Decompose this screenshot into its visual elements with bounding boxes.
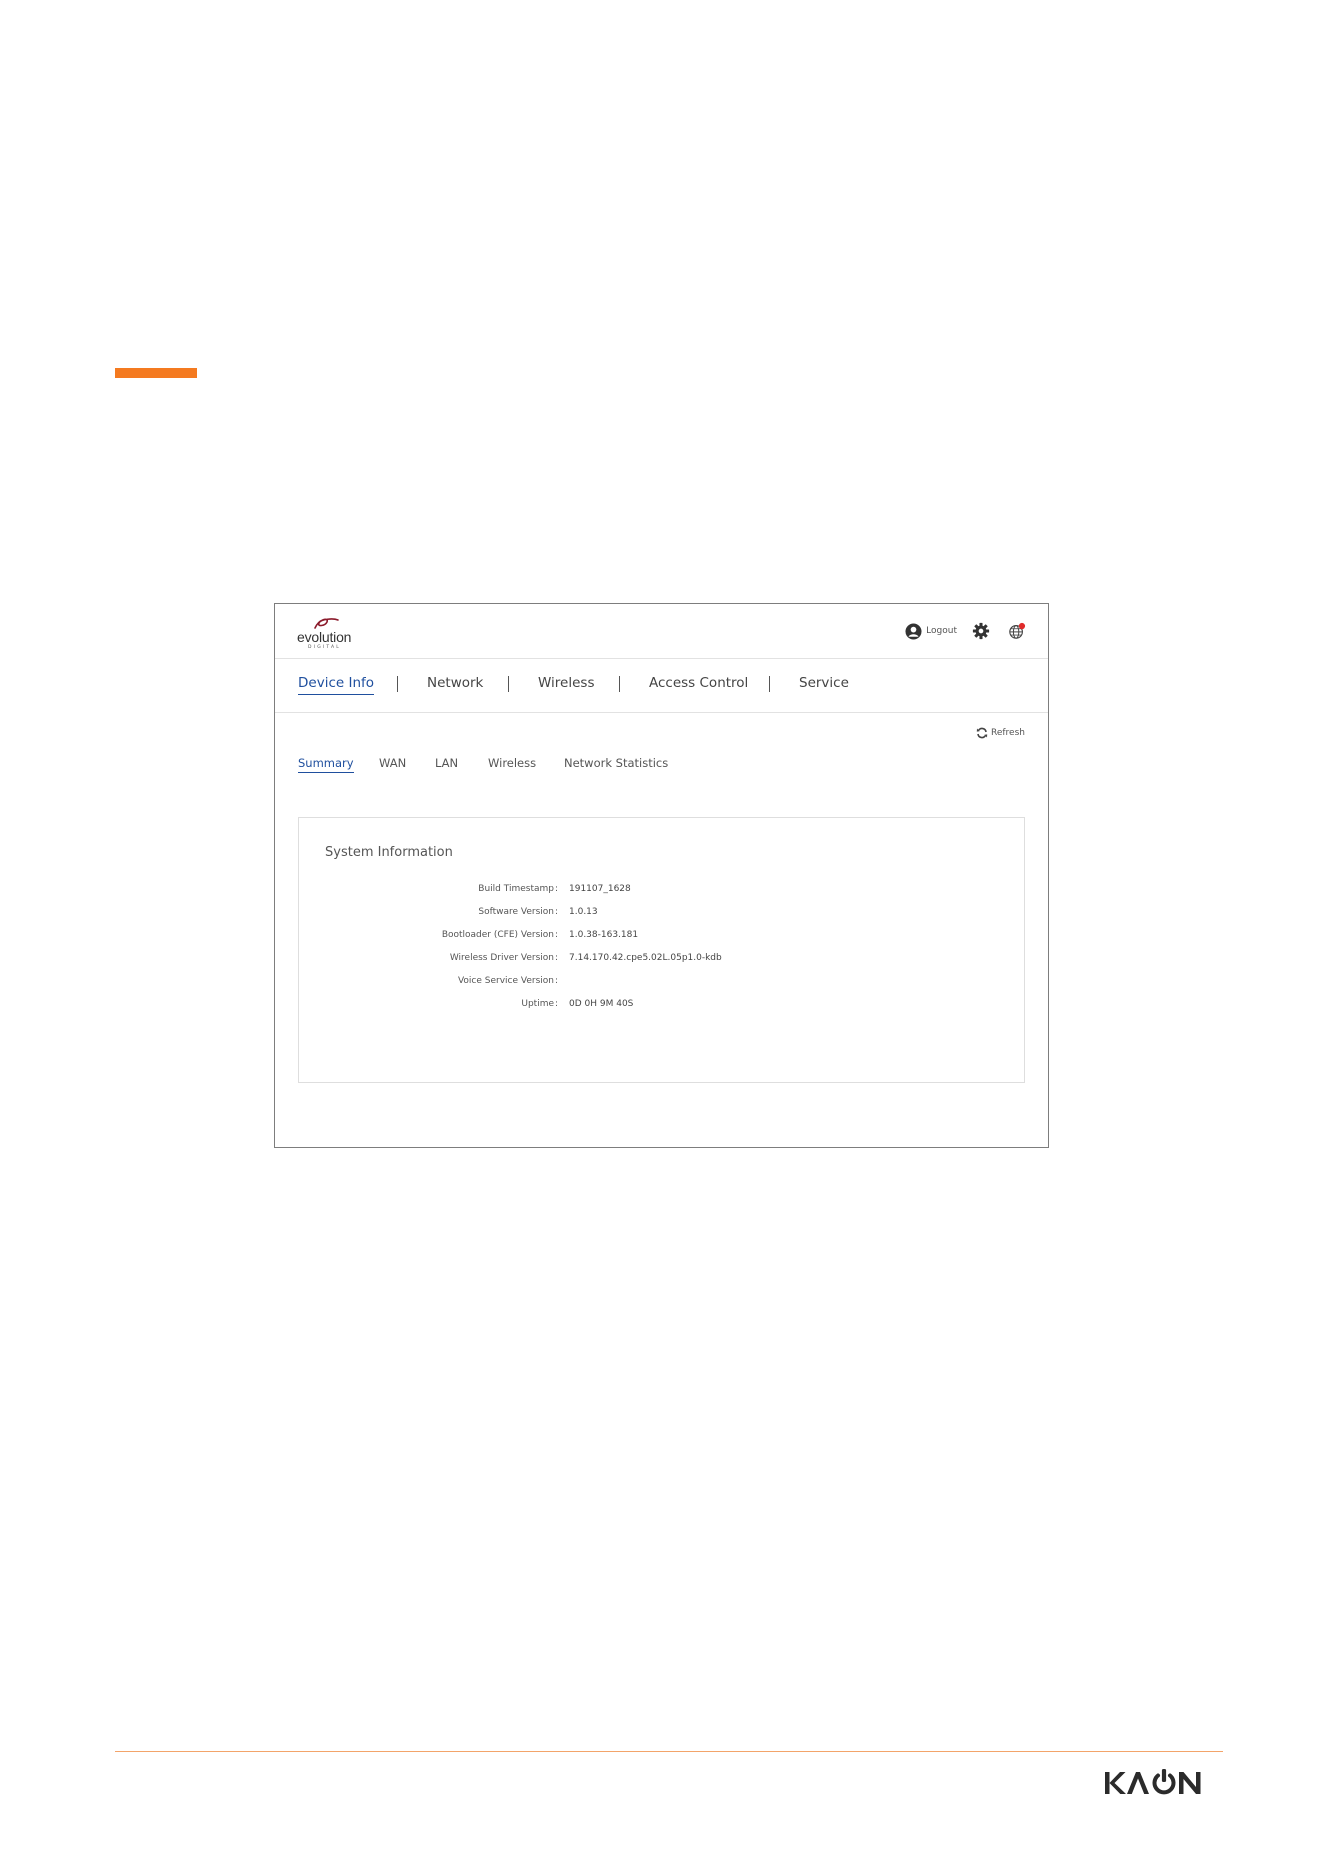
nav-service[interactable]: Service [799, 675, 849, 691]
info-label: Wireless Driver Version [449, 953, 554, 963]
info-value: 191107_1628 [569, 884, 631, 894]
nav-divider [769, 676, 770, 692]
info-label: Software Version [478, 907, 554, 917]
info-value: 1.0.13 [569, 907, 598, 917]
info-value: 7.14.170.42.cpe5.02L.05p1.0-kdb [569, 953, 722, 963]
top-bar: evolution DIGITAL Logout [275, 604, 1048, 659]
nav-divider [508, 676, 509, 692]
info-colon: : [555, 953, 559, 963]
info-value: 1.0.38-163.181 [569, 930, 639, 940]
kaon-logo [1105, 1769, 1201, 1795]
panel-title: System Information [325, 845, 453, 860]
refresh-icon [976, 727, 988, 739]
logo-wordmark: evolution [297, 629, 352, 645]
nav-access-control[interactable]: Access Control [649, 675, 748, 691]
info-colon: : [555, 907, 559, 917]
info-colon: : [555, 884, 559, 894]
info-colon: : [555, 999, 559, 1009]
subtab-lan[interactable]: LAN [435, 756, 458, 770]
info-row: Uptime : 0D 0H 9M 40S [299, 999, 1024, 1015]
info-colon: : [555, 930, 559, 940]
subtab-summary[interactable]: Summary [298, 756, 354, 773]
nav-wireless[interactable]: Wireless [538, 675, 595, 691]
info-row: Bootloader (CFE) Version : 1.0.38-163.18… [299, 930, 1024, 946]
info-value: 0D 0H 9M 40S [569, 999, 634, 1009]
router-ui-screenshot: evolution DIGITAL Logout Device Info Net… [274, 603, 1049, 1148]
info-label: Voice Service Version [457, 976, 554, 986]
info-row: Software Version : 1.0.13 [299, 907, 1024, 923]
logo-subtext: DIGITAL [308, 645, 341, 650]
globe-icon[interactable] [1008, 622, 1026, 640]
nav-divider [619, 676, 620, 692]
nav-device-info[interactable]: Device Info [298, 675, 375, 695]
accent-bar [115, 368, 197, 378]
info-colon: : [555, 976, 559, 986]
info-label: Build Timestamp [478, 884, 554, 894]
refresh-label: Refresh [991, 728, 1025, 738]
nav-divider [397, 676, 398, 692]
logout-link[interactable]: Logout [926, 626, 957, 636]
refresh-button[interactable]: Refresh [976, 727, 1025, 739]
info-row: Voice Service Version : [299, 976, 1024, 992]
header-actions: Logout [905, 620, 1026, 642]
info-row: Build Timestamp : 191107_1628 [299, 884, 1024, 900]
info-label: Uptime [521, 999, 554, 1009]
footer-divider [115, 1751, 1223, 1752]
gear-icon[interactable] [972, 622, 990, 640]
subtab-network-statistics[interactable]: Network Statistics [564, 756, 668, 770]
main-nav: Device Info Network Wireless Access Cont… [275, 658, 1048, 713]
info-row: Wireless Driver Version : 7.14.170.42.cp… [299, 953, 1024, 969]
evolution-digital-logo[interactable]: evolution DIGITAL [297, 615, 367, 651]
info-label: Bootloader (CFE) Version [441, 930, 554, 940]
system-information-panel: System Information Build Timestamp : 191… [298, 817, 1025, 1083]
user-icon[interactable] [905, 622, 922, 640]
subtab-wireless[interactable]: Wireless [488, 756, 536, 770]
subtab-wan[interactable]: WAN [379, 756, 406, 770]
nav-network[interactable]: Network [427, 675, 483, 691]
